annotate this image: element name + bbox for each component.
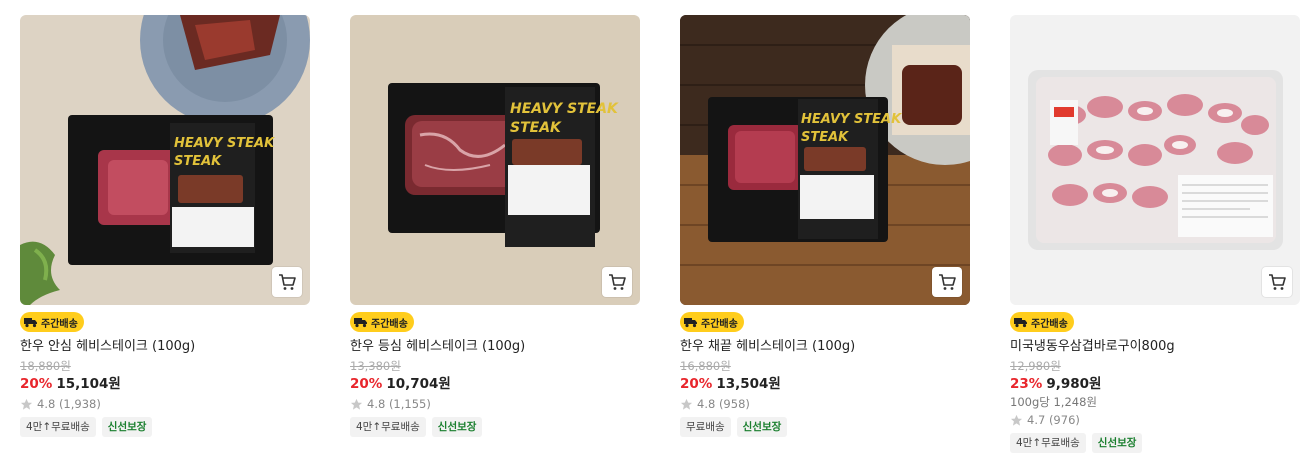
original-price: 13,380원 <box>350 359 401 373</box>
free-shipping-tag: 4만↑무료배송 <box>350 417 426 437</box>
product-name[interactable]: 미국냉동우삼겹바로구이800g <box>1010 338 1300 356</box>
sale-price: 9,980원 <box>1046 376 1102 392</box>
delivery-badge-label: 주간배송 <box>371 318 408 330</box>
rating-text: 4.7 (976) <box>1027 413 1080 427</box>
price-row: 23% 9,980원 <box>1010 375 1300 393</box>
rating: 4.7 (976) <box>1010 413 1300 427</box>
svg-text:STEAK: STEAK <box>174 154 222 169</box>
product-grid: HEAVY STEAK STEAK 주간배송 한우 안심 헤비스테이크 (100… <box>0 0 1315 476</box>
product-name[interactable]: 한우 채끝 헤비스테이크 (100g) <box>680 338 970 356</box>
star-icon <box>20 398 33 410</box>
add-to-cart-button[interactable] <box>1262 267 1292 297</box>
truck-icon <box>354 318 367 328</box>
fresh-guarantee-tag: 신선보장 <box>736 417 788 437</box>
rating: 4.8 (1,155) <box>350 397 640 411</box>
product-name[interactable]: 한우 안심 헤비스테이크 (100g) <box>20 338 310 356</box>
product-card[interactable]: HEAVY STEAK STEAK 주간배송 한우 채끝 헤비스테이크 (100… <box>680 15 970 437</box>
tag-list: 4만↑무료배송 신선보장 <box>1010 433 1300 453</box>
svg-text:HEAVY STEAK: HEAVY STEAK <box>801 112 902 127</box>
price-row: 20% 10,704원 <box>350 375 640 393</box>
price-row: 20% 15,104원 <box>20 375 310 393</box>
cart-icon <box>1269 274 1286 290</box>
price-row: 20% 13,504원 <box>680 375 970 393</box>
discount-rate: 20% <box>680 376 713 392</box>
free-shipping-tag: 4만↑무료배송 <box>1010 433 1086 453</box>
discount-rate: 20% <box>20 376 53 392</box>
star-icon <box>680 398 693 410</box>
tag-list: 4만↑무료배송 신선보장 <box>350 417 640 437</box>
delivery-badge: 주간배송 <box>20 312 84 332</box>
original-price: 12,980원 <box>1010 359 1061 373</box>
sale-price: 10,704원 <box>386 376 451 392</box>
product-photo-steak-tenderloin: HEAVY STEAK STEAK <box>20 15 310 305</box>
free-shipping-tag: 무료배송 <box>680 417 731 437</box>
add-to-cart-button[interactable] <box>602 267 632 297</box>
product-card[interactable]: HEAVY STEAK STEAK 주간배송 한우 안심 헤비스테이크 (100… <box>20 15 310 437</box>
delivery-badge-label: 주간배송 <box>701 318 738 330</box>
tag-list: 4만↑무료배송 신선보장 <box>20 417 310 437</box>
fresh-guarantee-tag: 신선보장 <box>431 417 483 437</box>
tag-list: 무료배송 신선보장 <box>680 417 970 437</box>
product-card[interactable]: HEAVY STEAK STEAK 주간배송 한우 등심 헤비스테이크 (100… <box>350 15 640 437</box>
product-image[interactable]: HEAVY STEAK STEAK <box>680 15 970 305</box>
svg-text:STEAK: STEAK <box>510 120 562 136</box>
rating-text: 4.8 (1,938) <box>37 397 101 411</box>
free-shipping-tag: 4만↑무료배송 <box>20 417 96 437</box>
svg-text:HEAVY STEAK: HEAVY STEAK <box>510 101 619 117</box>
cart-icon <box>939 274 956 290</box>
rating-text: 4.8 (1,155) <box>367 397 431 411</box>
delivery-badge: 주간배송 <box>680 312 744 332</box>
discount-rate: 20% <box>350 376 383 392</box>
product-image[interactable]: HEAVY STEAK STEAK <box>350 15 640 305</box>
original-price: 18,880원 <box>20 359 71 373</box>
product-image[interactable] <box>1010 15 1300 305</box>
cart-icon <box>609 274 626 290</box>
add-to-cart-button[interactable] <box>272 267 302 297</box>
delivery-badge-label: 주간배송 <box>1031 318 1068 330</box>
rating: 4.8 (1,938) <box>20 397 310 411</box>
product-photo-steak-sirloin: HEAVY STEAK STEAK <box>350 15 640 305</box>
cart-icon <box>279 274 296 290</box>
sale-price: 13,504원 <box>716 376 781 392</box>
star-icon <box>1010 414 1023 426</box>
add-to-cart-button[interactable] <box>932 267 962 297</box>
delivery-badge: 주간배송 <box>350 312 414 332</box>
sale-price: 15,104원 <box>56 376 121 392</box>
product-name[interactable]: 한우 등심 헤비스테이크 (100g) <box>350 338 640 356</box>
product-photo-steak-striploin: HEAVY STEAK STEAK <box>680 15 970 305</box>
product-photo-beef-brisket <box>1010 15 1300 305</box>
svg-text:STEAK: STEAK <box>801 130 849 145</box>
unit-price: 100g당 1,248원 <box>1010 395 1097 409</box>
truck-icon <box>1014 318 1027 328</box>
discount-rate: 23% <box>1010 376 1043 392</box>
delivery-badge-label: 주간배송 <box>41 318 78 330</box>
rating-text: 4.8 (958) <box>697 397 750 411</box>
fresh-guarantee-tag: 신선보장 <box>101 417 153 437</box>
truck-icon <box>24 318 37 328</box>
star-icon <box>350 398 363 410</box>
truck-icon <box>684 318 697 328</box>
product-image[interactable]: HEAVY STEAK STEAK <box>20 15 310 305</box>
svg-text:HEAVY STEAK: HEAVY STEAK <box>174 136 275 151</box>
rating: 4.8 (958) <box>680 397 970 411</box>
delivery-badge: 주간배송 <box>1010 312 1074 332</box>
original-price: 16,880원 <box>680 359 731 373</box>
fresh-guarantee-tag: 신선보장 <box>1091 433 1143 453</box>
product-card[interactable]: 주간배송 미국냉동우삼겹바로구이800g 12,980원 23% 9,980원 1… <box>1010 15 1300 453</box>
